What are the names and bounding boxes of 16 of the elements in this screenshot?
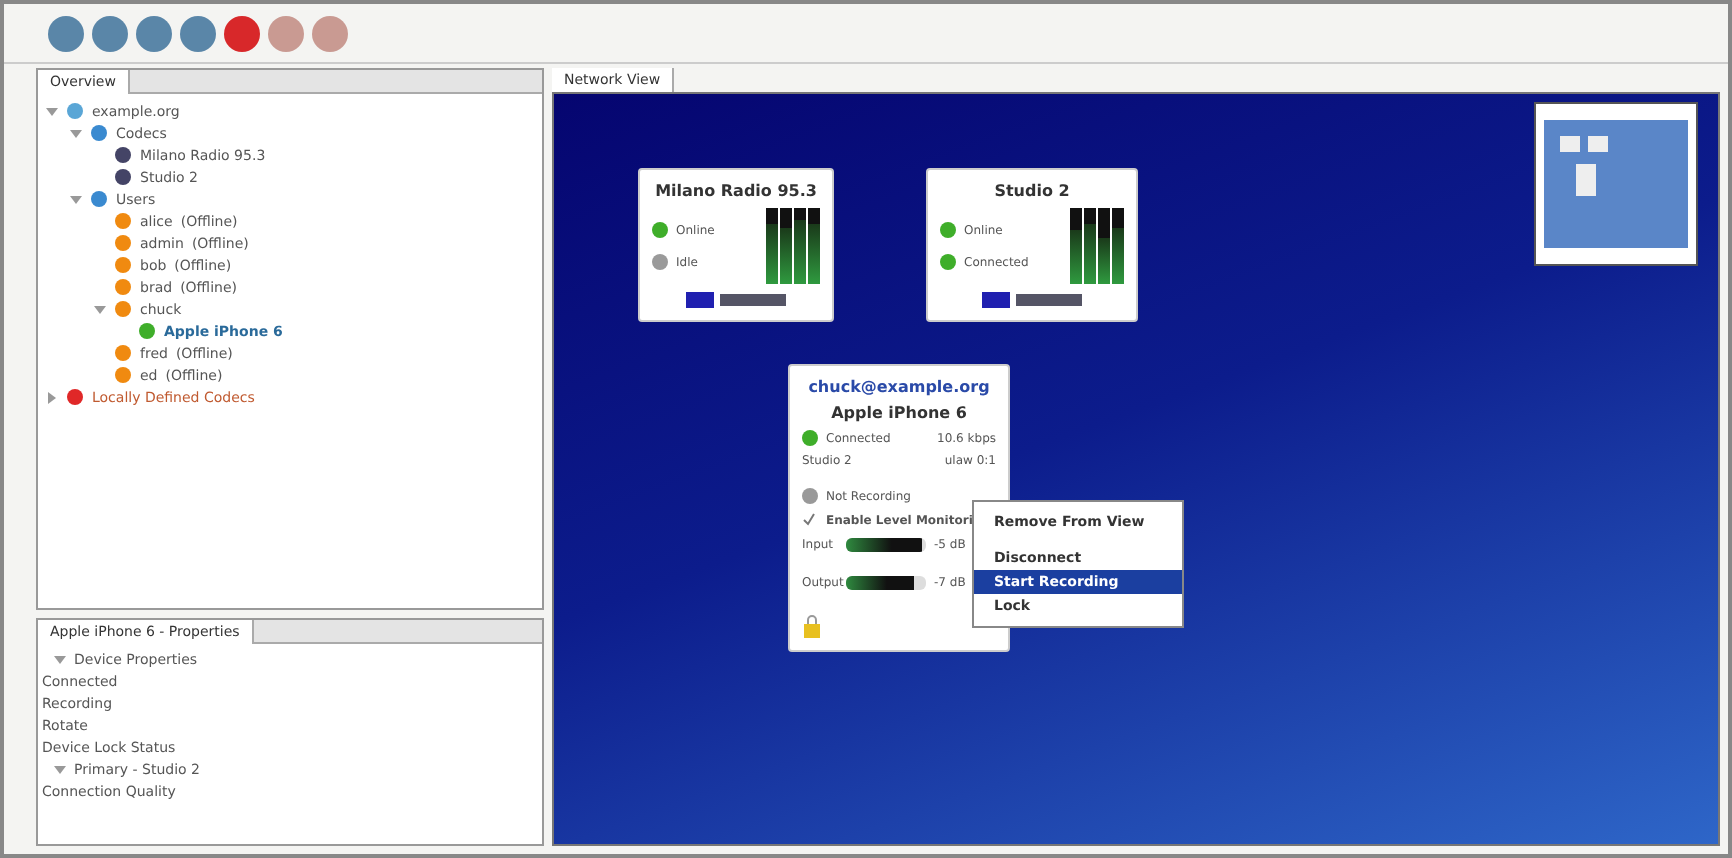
level-meters	[766, 208, 820, 284]
codec-title: Milano Radio 95.3	[653, 182, 819, 200]
collapse-arrow-icon[interactable]	[54, 653, 66, 665]
collapse-arrow-icon[interactable]	[70, 193, 82, 205]
collapse-arrow-icon[interactable]	[94, 303, 106, 315]
lock-icon[interactable]	[802, 614, 822, 638]
device-name: Apple iPhone 6	[829, 404, 969, 422]
level-meters	[1070, 208, 1124, 284]
minimap-drawing	[1544, 120, 1688, 248]
expand-arrow-icon[interactable]	[46, 391, 58, 403]
user-address: chuck@example.org	[806, 378, 992, 396]
checkbox[interactable]	[802, 512, 818, 530]
codec-title: Studio 2	[992, 182, 1072, 200]
collapse-arrow-icon[interactable]	[54, 763, 66, 775]
level-bar	[846, 576, 926, 590]
level-bar	[846, 538, 926, 552]
